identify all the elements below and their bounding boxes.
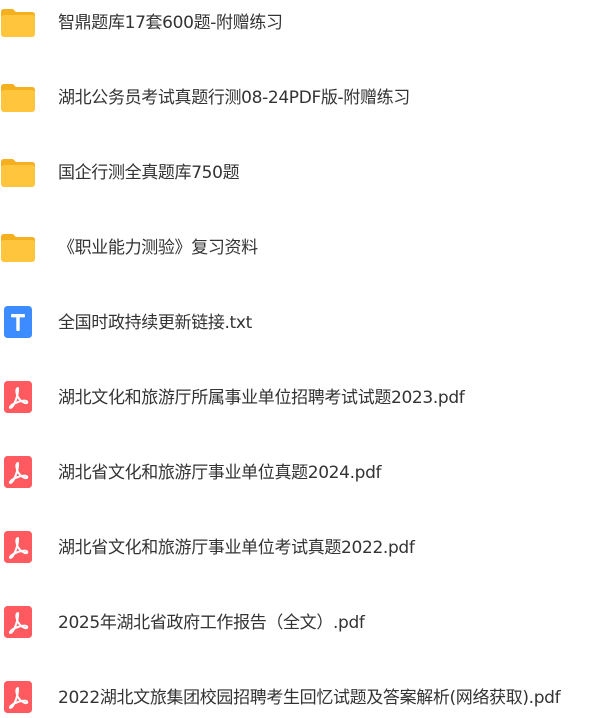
- folder-icon: [0, 81, 36, 113]
- folder-row[interactable]: 国企行测全真题库750题: [0, 152, 598, 192]
- txt-file-icon: [0, 306, 36, 338]
- pdf-file-icon: [0, 681, 36, 713]
- pdf-file-row[interactable]: 湖北省文化和旅游厅事业单位真题2024.pdf: [0, 452, 598, 492]
- pdf-file-row[interactable]: 湖北省文化和旅游厅事业单位考试真题2022.pdf: [0, 527, 598, 567]
- txt-file-row[interactable]: 全国时政持续更新链接.txt: [0, 302, 598, 342]
- file-name: 2022湖北文旅集团校园招聘考生回忆试题及答案解析(网络获取).pdf: [58, 688, 561, 708]
- folder-icon: [0, 6, 36, 38]
- folder-icon: [0, 231, 36, 263]
- file-name: 湖北公务员考试真题行测08-24PDF版-附赠练习: [58, 88, 410, 108]
- folder-row[interactable]: 智鼎题库17套600题-附赠练习: [0, 2, 598, 42]
- file-name: 智鼎题库17套600题-附赠练习: [58, 13, 283, 33]
- pdf-file-row[interactable]: 2025年湖北省政府工作报告（全文）.pdf: [0, 602, 598, 642]
- folder-icon: [0, 156, 36, 188]
- file-name: 《职业能力测验》复习资料: [58, 238, 258, 258]
- file-name: 湖北省文化和旅游厅事业单位考试真题2022.pdf: [58, 538, 415, 558]
- pdf-file-icon: [0, 456, 36, 488]
- file-list: 智鼎题库17套600题-附赠练习 湖北公务员考试真题行测08-24PDF版-附赠…: [0, 0, 598, 718]
- pdf-file-icon: [0, 531, 36, 563]
- pdf-file-row[interactable]: 2022湖北文旅集团校园招聘考生回忆试题及答案解析(网络获取).pdf: [0, 677, 598, 717]
- folder-row[interactable]: 湖北公务员考试真题行测08-24PDF版-附赠练习: [0, 77, 598, 117]
- file-name: 湖北省文化和旅游厅事业单位真题2024.pdf: [58, 463, 382, 483]
- folder-row[interactable]: 《职业能力测验》复习资料: [0, 227, 598, 267]
- file-name: 全国时政持续更新链接.txt: [58, 313, 252, 333]
- pdf-file-row[interactable]: 湖北文化和旅游厅所属事业单位招聘考试试题2023.pdf: [0, 377, 598, 417]
- file-name: 2025年湖北省政府工作报告（全文）.pdf: [58, 613, 365, 633]
- pdf-file-icon: [0, 606, 36, 638]
- pdf-file-icon: [0, 381, 36, 413]
- file-name: 湖北文化和旅游厅所属事业单位招聘考试试题2023.pdf: [58, 388, 465, 408]
- file-name: 国企行测全真题库750题: [58, 163, 240, 183]
